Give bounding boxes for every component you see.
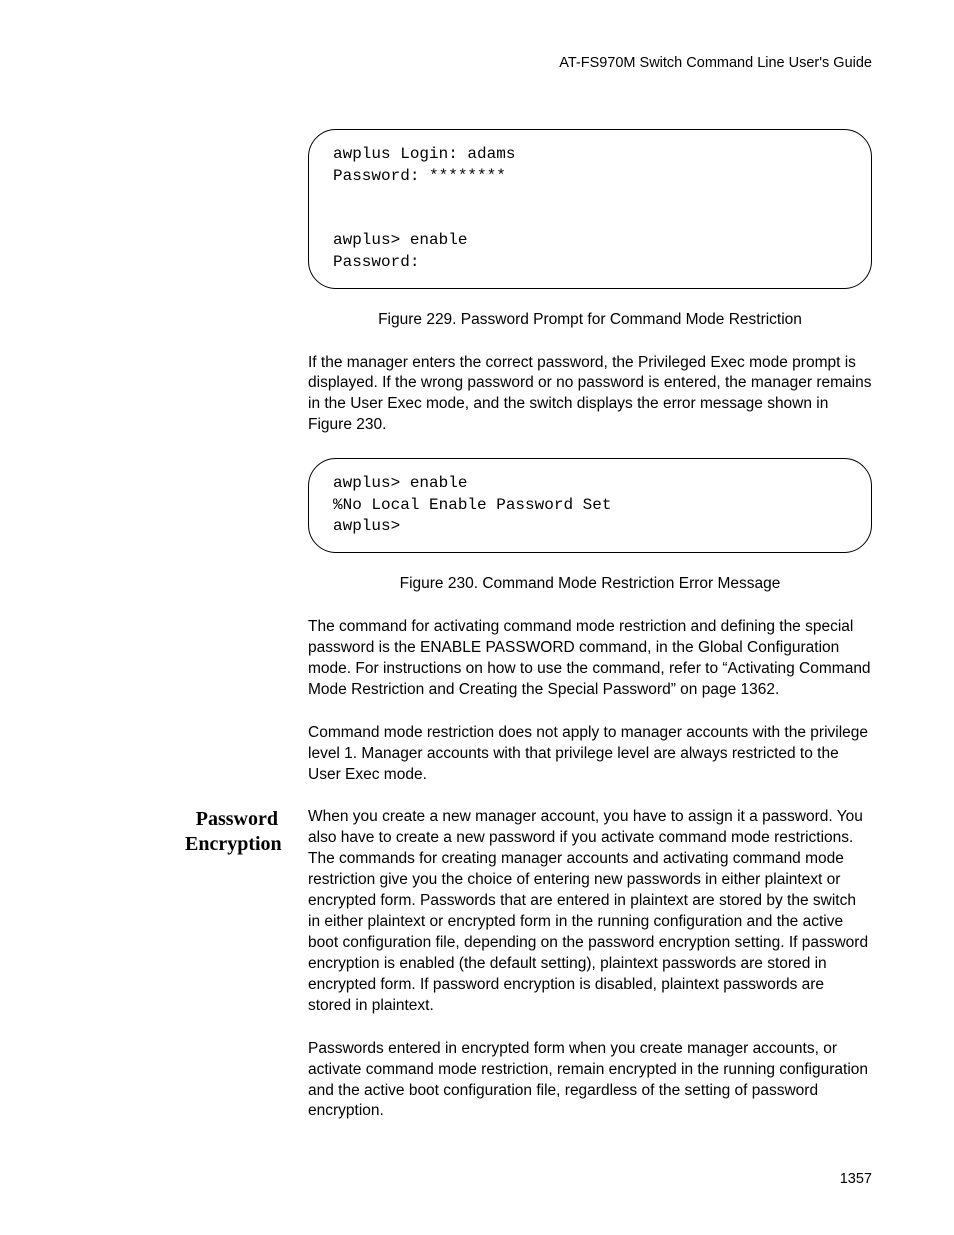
body-paragraph: If the manager enters the correct passwo… bbox=[308, 353, 872, 437]
body-paragraph: When you create a new manager account, y… bbox=[308, 807, 870, 1016]
page-number: 1357 bbox=[840, 1171, 872, 1187]
code-block-230: awplus> enable %No Local Enable Password… bbox=[308, 458, 872, 553]
code-block-229: awplus Login: adams Password: ******** a… bbox=[308, 129, 872, 289]
body-paragraph: The command for activating command mode … bbox=[308, 617, 872, 701]
heading-line: Encryption bbox=[185, 833, 282, 855]
page-header: AT-FS970M Switch Command Line User's Gui… bbox=[80, 55, 874, 71]
body-paragraph: Passwords entered in encrypted form when… bbox=[308, 1039, 870, 1123]
heading-line: Password bbox=[196, 808, 278, 830]
body-paragraph: Command mode restriction does not apply … bbox=[308, 723, 872, 786]
section-heading-password-encryption: Password Encryption bbox=[185, 807, 278, 857]
figure-caption-230: Figure 230. Command Mode Restriction Err… bbox=[308, 575, 872, 593]
figure-caption-229: Figure 229. Password Prompt for Command … bbox=[308, 311, 872, 329]
